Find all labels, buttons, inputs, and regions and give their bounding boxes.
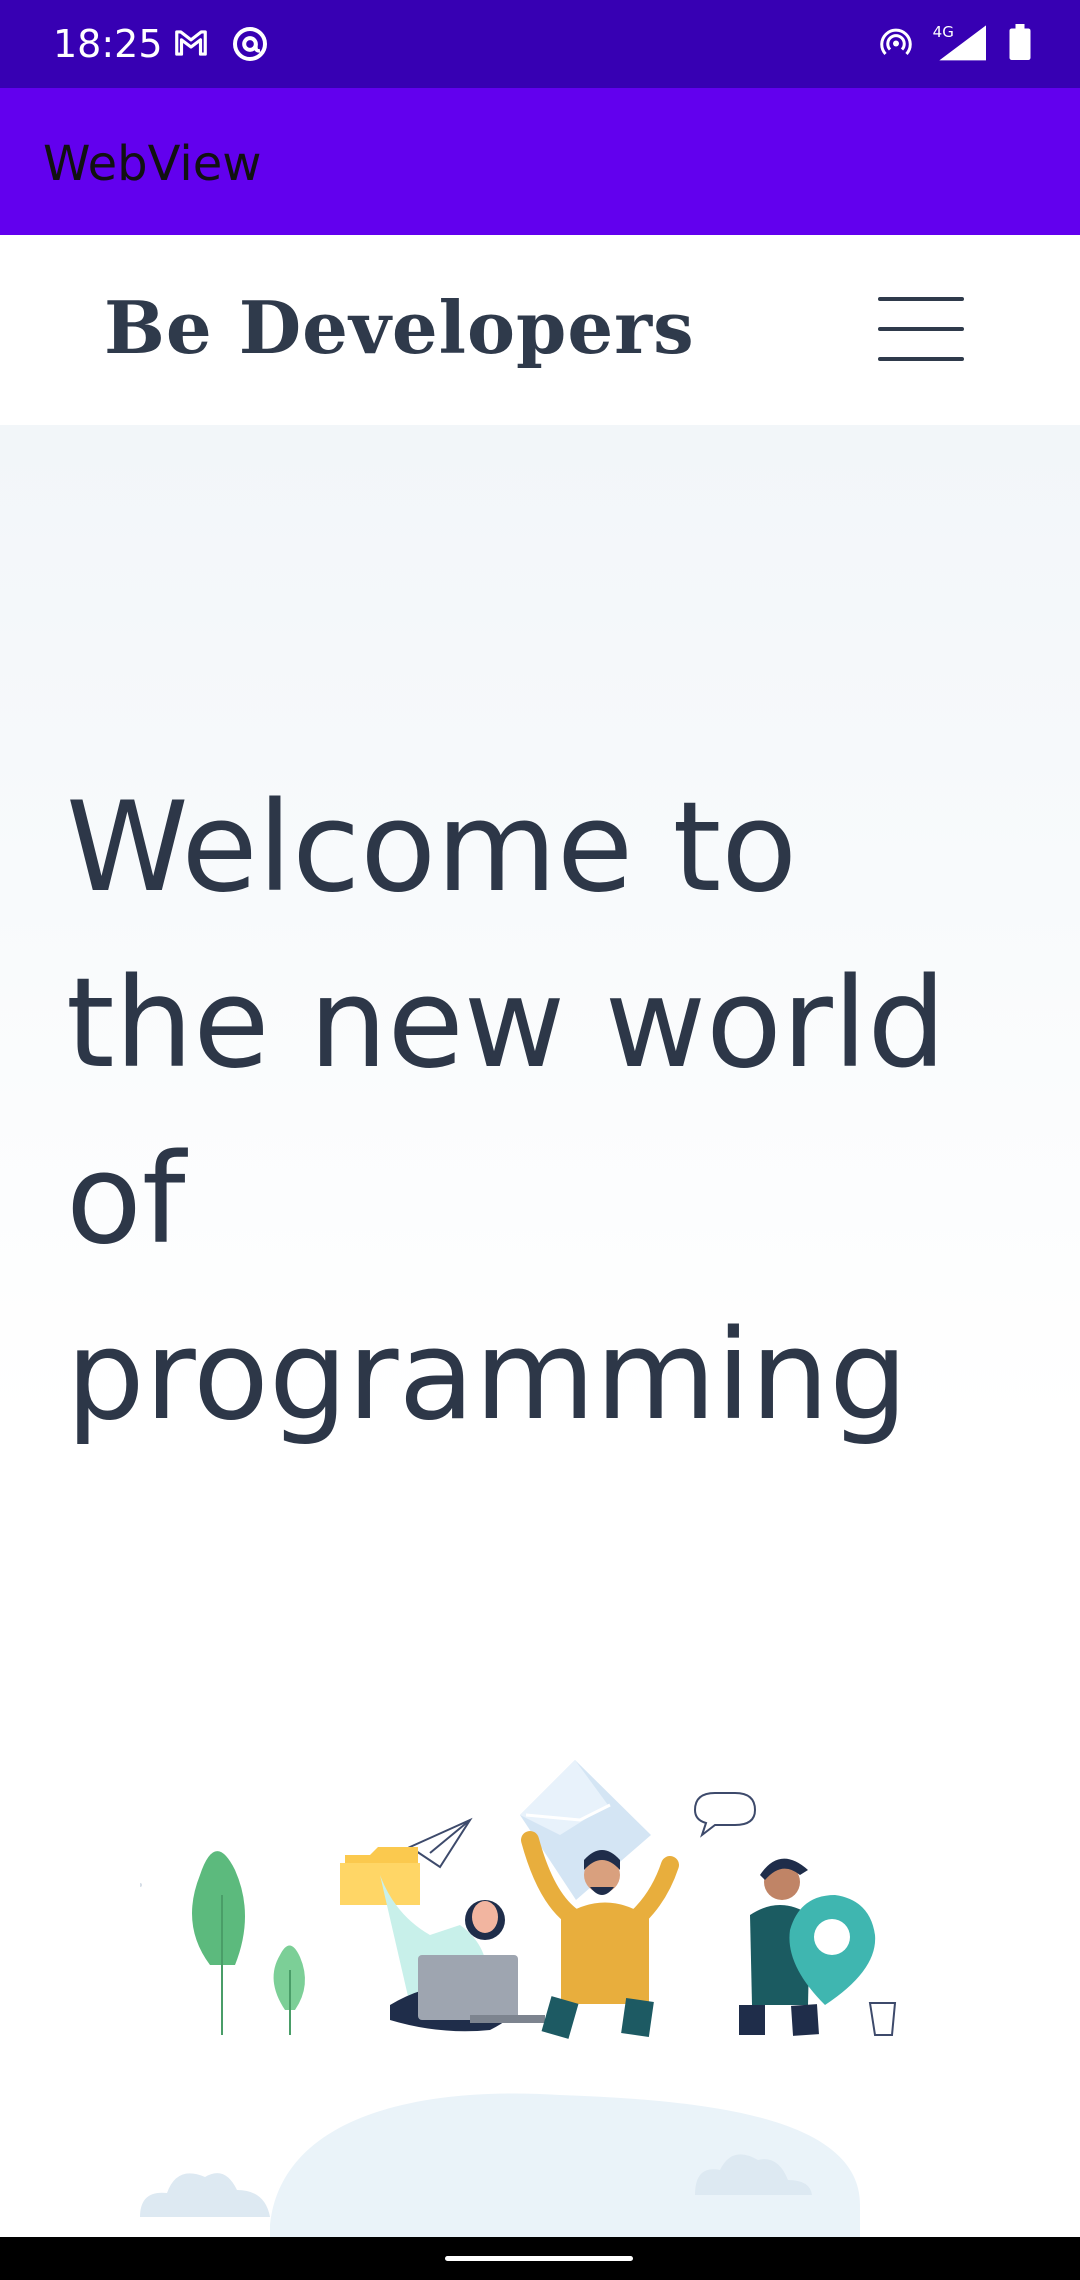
app-title: WebView — [43, 136, 262, 192]
status-time: 18:25 — [53, 22, 163, 66]
at-sign-icon — [233, 27, 267, 61]
status-bar: 18:25 4G — [0, 0, 1080, 88]
hotspot-icon — [880, 28, 912, 56]
hero-title: Welcome to the new world of programming — [66, 776, 947, 1448]
site-header: Be Developers — [0, 235, 1080, 425]
4g-icon: 4G — [933, 23, 954, 41]
folder-icon — [340, 1847, 420, 1905]
gmail-icon — [175, 30, 207, 56]
status-icons-left — [172, 24, 270, 64]
plant-small — [273, 1945, 305, 2035]
cup-icon — [868, 2002, 897, 2036]
cloud-left — [140, 2173, 270, 2217]
site-brand[interactable]: Be Developers — [104, 285, 695, 371]
plant-left — [192, 1851, 245, 2035]
hero-section: Welcome to the new world of programming — [0, 425, 1080, 2237]
paper-plane-icon — [407, 1817, 473, 1869]
app-bar: WebView — [0, 88, 1080, 235]
signal-icon: 4G — [933, 23, 986, 61]
home-indicator[interactable] — [445, 2256, 633, 2261]
dot-grid — [140, 1883, 142, 1887]
person-yellow-sweater — [521, 1831, 679, 2039]
battery-icon — [1009, 24, 1031, 60]
hamburger-menu-icon[interactable] — [878, 297, 964, 361]
speech-bubble-icon — [693, 1792, 757, 1838]
team-illustration — [140, 1760, 897, 2237]
person-location-pin — [739, 1858, 876, 2036]
status-icons-right: 4G — [878, 22, 1032, 62]
